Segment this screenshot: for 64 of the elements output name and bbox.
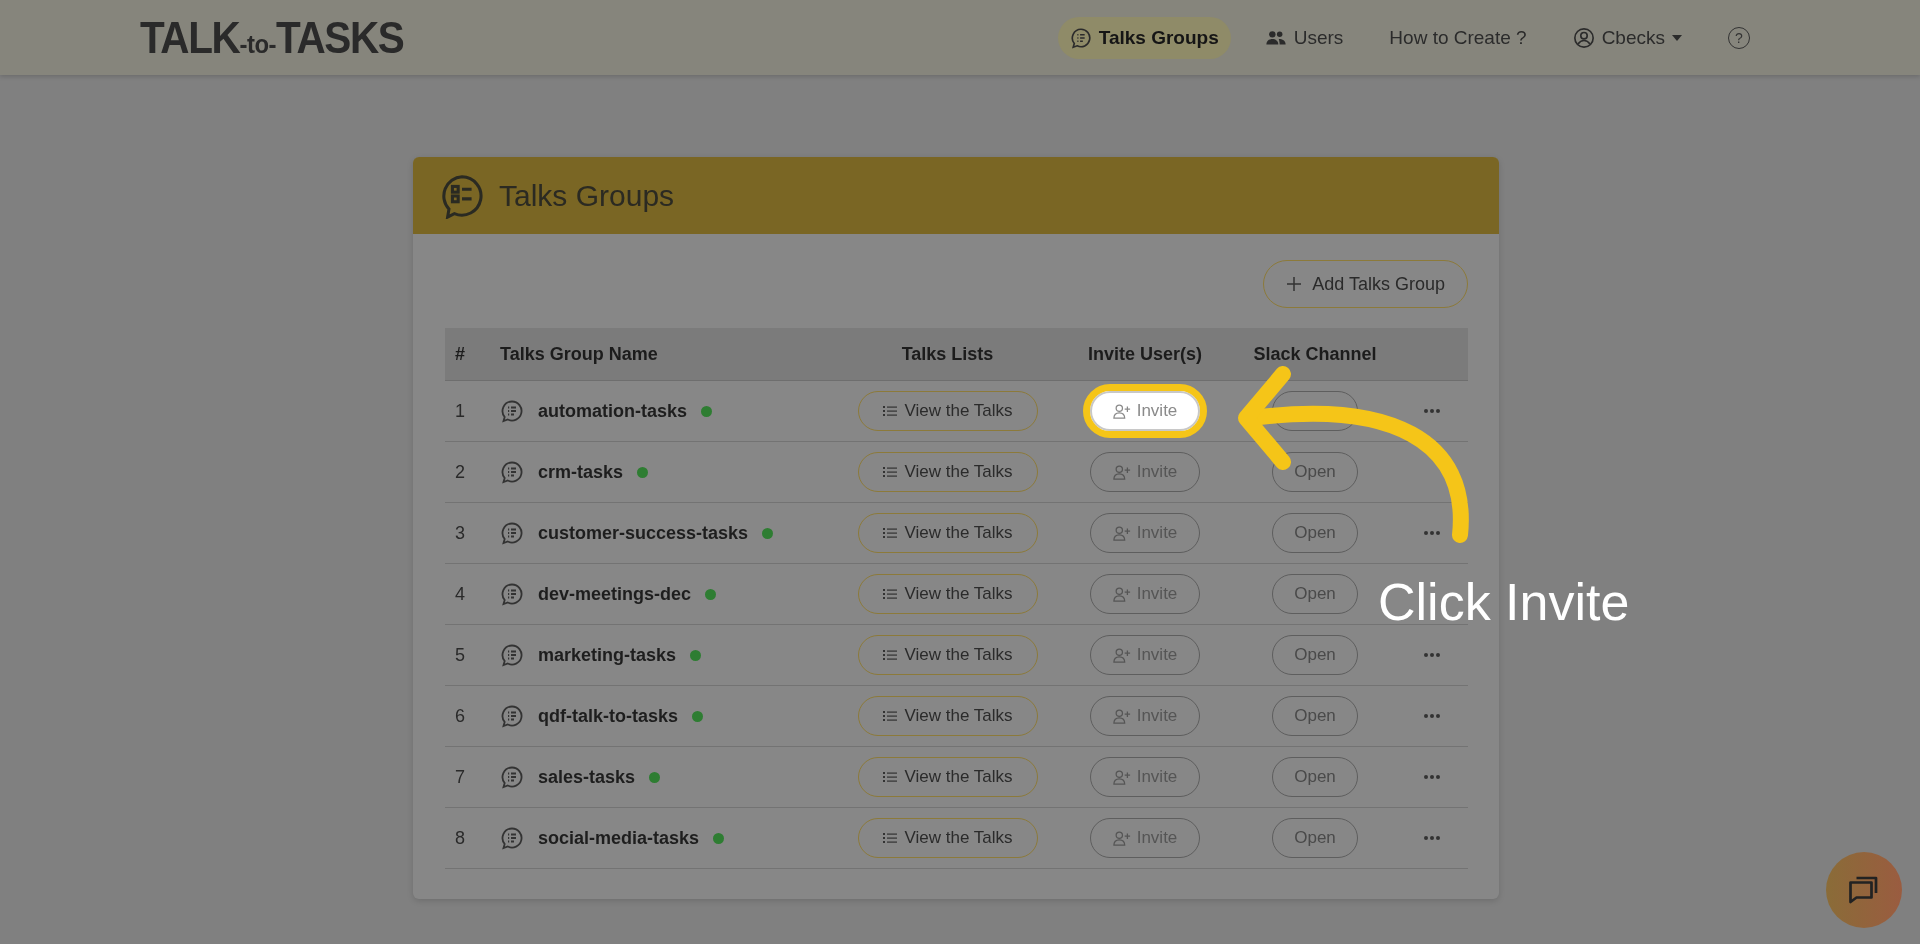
column-header: Talks Group Name bbox=[500, 343, 658, 365]
nav-link[interactable]: Cbecks bbox=[1560, 16, 1694, 59]
group-name[interactable]: qdf-talk-to-tasks bbox=[538, 705, 678, 727]
nav-link[interactable]: Talks Groups bbox=[1057, 16, 1231, 59]
plus-icon bbox=[1286, 276, 1303, 292]
row-number: 4 bbox=[455, 583, 465, 605]
card-title: Talks Groups bbox=[499, 178, 675, 213]
chat-bubble-icon bbox=[500, 460, 524, 484]
group-name[interactable]: crm-tasks bbox=[538, 461, 624, 483]
chat-bubble-icon bbox=[500, 582, 524, 606]
chat-bubble-icon bbox=[500, 643, 524, 667]
column-header: Slack Channel bbox=[1253, 343, 1377, 365]
row-number: 8 bbox=[455, 827, 465, 849]
more-icon[interactable] bbox=[1422, 652, 1441, 658]
chat-bubble-icon bbox=[1069, 26, 1092, 49]
column-header: Invite User(s) bbox=[1087, 343, 1202, 365]
add-user-icon bbox=[1112, 402, 1131, 420]
list-icon bbox=[882, 769, 899, 785]
list-icon bbox=[882, 708, 899, 724]
more-icon[interactable] bbox=[1422, 835, 1441, 841]
annotation-caption: Click Invite bbox=[1378, 572, 1630, 632]
more-icon[interactable] bbox=[1422, 713, 1441, 719]
app-logo[interactable]: TALK-to-TASKS bbox=[140, 12, 404, 63]
row-number: 3 bbox=[455, 522, 465, 544]
column-header: Talks Lists bbox=[901, 343, 994, 365]
chat-bubble-icon bbox=[500, 826, 524, 850]
checklist-bubble-icon bbox=[439, 172, 485, 219]
more-icon[interactable] bbox=[1422, 774, 1441, 780]
chat-bubble-icon bbox=[500, 521, 524, 545]
add-user-icon bbox=[1112, 463, 1131, 481]
chat-bubble-icon bbox=[500, 399, 524, 423]
invite-button[interactable]: Invite bbox=[1083, 384, 1207, 438]
avatar-icon bbox=[1572, 26, 1595, 49]
add-user-icon bbox=[1112, 585, 1131, 603]
group-name[interactable]: automation-tasks bbox=[538, 400, 688, 422]
row-number: 5 bbox=[455, 644, 465, 666]
list-icon bbox=[882, 647, 899, 663]
chat-bubble-icon bbox=[500, 765, 524, 789]
add-user-icon bbox=[1112, 524, 1131, 542]
row-number: 2 bbox=[455, 461, 465, 483]
row-number: 1 bbox=[455, 400, 465, 422]
group-name[interactable]: customer-success-tasks bbox=[538, 522, 749, 544]
list-icon bbox=[882, 464, 899, 480]
chat-bubble-icon bbox=[500, 704, 524, 728]
nav-link[interactable]: Users bbox=[1252, 16, 1356, 59]
list-icon bbox=[882, 525, 899, 541]
list-icon bbox=[882, 830, 899, 846]
add-user-icon bbox=[1112, 829, 1131, 847]
add-user-icon bbox=[1112, 768, 1131, 786]
group-name[interactable]: marketing-tasks bbox=[538, 644, 677, 666]
caret-icon bbox=[1672, 33, 1682, 42]
column-header: # bbox=[455, 343, 465, 365]
group-name[interactable]: sales-tasks bbox=[538, 766, 636, 788]
nav-link[interactable]: How to Create ? bbox=[1377, 16, 1539, 59]
group-name[interactable]: social-media-tasks bbox=[538, 827, 700, 849]
row-number: 6 bbox=[455, 705, 465, 727]
list-icon bbox=[882, 403, 899, 419]
group-name[interactable]: dev-meetings-dec bbox=[538, 583, 692, 605]
more-icon[interactable] bbox=[1422, 530, 1441, 536]
add-user-icon bbox=[1112, 707, 1131, 725]
list-icon bbox=[882, 586, 899, 602]
add-user-icon bbox=[1112, 646, 1131, 664]
row-number: 7 bbox=[455, 766, 465, 788]
more-icon[interactable] bbox=[1422, 408, 1441, 414]
